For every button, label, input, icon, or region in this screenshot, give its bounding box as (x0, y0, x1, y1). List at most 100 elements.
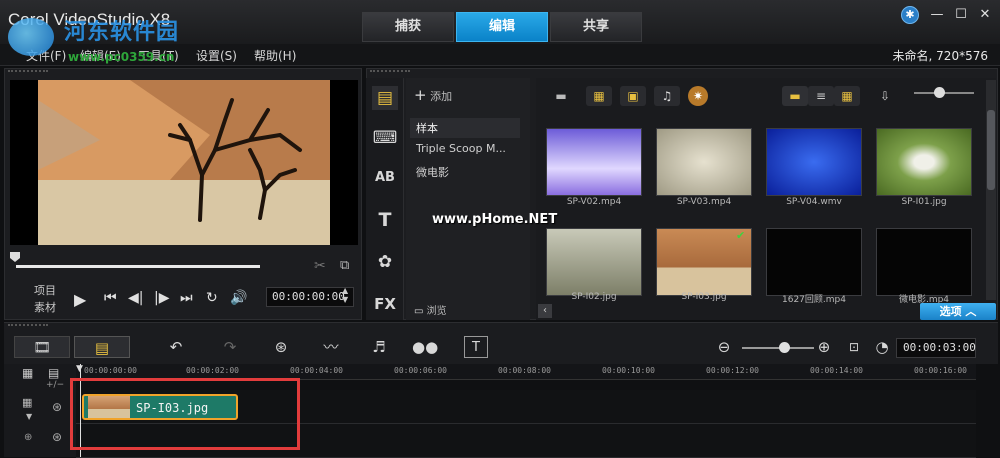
watermark-center: www.pHome.NET (432, 212, 558, 227)
playhead-marker-icon[interactable]: ▼ (76, 364, 83, 374)
enlarge-icon[interactable]: ⧉ (340, 258, 349, 273)
view-list-icon[interactable]: ≡ (808, 86, 834, 106)
repeat-icon[interactable]: ↻ (206, 290, 218, 306)
ruler-tick: 00:00:10:00 (602, 366, 655, 375)
chevron-down-icon[interactable]: ▼ (26, 412, 32, 421)
video-track-icon: ⊛ (52, 400, 63, 414)
ruler-tick: 00:00:06:00 (394, 366, 447, 375)
folder-item[interactable]: 微电影 (410, 162, 520, 182)
minimize-button[interactable]: — (926, 6, 948, 24)
media-thumbnail[interactable] (546, 228, 642, 296)
play-icon[interactable]: ▶ (74, 290, 86, 309)
track-toggle-icon[interactable]: ▦ (22, 396, 32, 409)
chevron-up-icon: ︿ (965, 305, 977, 318)
maximize-button[interactable]: ☐ (950, 6, 972, 24)
zoom-slider[interactable] (742, 347, 814, 349)
panel-grip[interactable] (8, 324, 48, 330)
view-thumbnail-icon[interactable]: ▬ (782, 86, 808, 106)
subtitle-editor-icon[interactable]: T (464, 336, 488, 358)
close-button[interactable]: ✕ (974, 6, 996, 24)
next-frame-icon[interactable]: |▶ (154, 290, 169, 306)
fit-project-icon[interactable]: ⊡ (844, 336, 864, 358)
library-folder-list (406, 78, 530, 320)
library-scrollbar-thumb[interactable] (987, 110, 995, 190)
media-thumbnail[interactable] (766, 228, 862, 296)
effects-icon[interactable]: ✷ (688, 86, 708, 106)
scissors-icon[interactable]: ✂ (314, 258, 326, 274)
redo-icon[interactable]: ↷ (218, 336, 242, 358)
tab-share[interactable]: 共享 (550, 12, 642, 42)
browse-button[interactable]: ▭ 浏览 (414, 302, 447, 317)
browse-label: 浏览 (426, 306, 447, 317)
ruler-tick: 00:00:08:00 (498, 366, 551, 375)
sort-icon[interactable]: ⇩ (872, 86, 898, 106)
home-icon[interactable]: ⏮ (104, 290, 117, 306)
tab-capture[interactable]: 捕获 (362, 12, 454, 42)
globe-icon[interactable]: ✱ (901, 6, 919, 24)
show-audio-icon[interactable]: ♫ (654, 86, 680, 106)
instant-project-icon[interactable]: ⌨ (372, 126, 398, 150)
zoom-out-icon[interactable]: ⊖ (714, 336, 734, 358)
options-button[interactable]: 选项 ︿ (920, 303, 996, 320)
media-label: SP-V04.wmv (786, 197, 842, 207)
folder-icon[interactable]: ▬ (548, 86, 574, 106)
preview-window (10, 80, 358, 245)
thumbnail-size-knob[interactable] (934, 87, 945, 98)
player-timecode[interactable]: 00:00:00:00 (266, 287, 354, 307)
timeline-view-icon[interactable]: ▤ (74, 336, 130, 358)
record-capture-icon[interactable]: ⊛ (268, 336, 294, 358)
overlay-track-icon: ⊛ (52, 430, 63, 444)
ruler-tick: 00:00:00:00 (84, 366, 137, 375)
show-video-icon[interactable]: ▦ (586, 86, 612, 106)
transition-icon[interactable]: AB (372, 166, 398, 190)
auto-music-icon[interactable]: ♬ (366, 336, 392, 358)
filter-icon[interactable]: FX (372, 292, 398, 316)
media-icon[interactable]: ▤ (372, 86, 398, 110)
folder-item[interactable]: 样本 (410, 118, 520, 138)
folder-item[interactable]: Triple Scoop M... (410, 140, 520, 157)
media-thumbnail[interactable] (656, 128, 752, 196)
collapse-left-icon[interactable]: ‹ (538, 304, 552, 318)
zoom-slider-knob[interactable] (779, 342, 790, 353)
prev-frame-icon[interactable]: ◀| (128, 290, 143, 306)
zoom-in-icon[interactable]: ⊕ (814, 336, 834, 358)
graphics-icon[interactable]: ✿ (372, 250, 398, 274)
panel-grip[interactable] (8, 70, 48, 76)
media-label: SP-V02.mp4 (566, 197, 622, 207)
menu-settings[interactable]: 设置(S) (196, 47, 237, 64)
checkmark-icon: ✔ (736, 229, 746, 242)
preview-image (38, 80, 330, 245)
media-thumbnail[interactable] (546, 128, 642, 196)
clock-icon: ◔ (875, 338, 889, 356)
end-icon[interactable]: ⏭ (180, 290, 193, 306)
timecode-spinner-icon[interactable]: ▲ ▼ (342, 286, 348, 304)
add-folder-button[interactable]: + 添加 (414, 86, 452, 104)
media-thumbnail[interactable] (876, 128, 972, 196)
media-label: SP-I01.jpg (901, 197, 947, 207)
tab-edit[interactable]: 编辑 (456, 12, 548, 42)
project-mode-label[interactable]: 项目 (34, 282, 56, 298)
add-folder-label: 添加 (430, 90, 453, 103)
ruler-tick: 00:00:14:00 (810, 366, 863, 375)
title-icon[interactable]: T (372, 208, 398, 232)
view-grid-icon[interactable]: ▦ (834, 86, 860, 106)
volume-icon[interactable]: 🔊 (230, 290, 247, 306)
ripple-icon[interactable]: +/− (46, 380, 64, 390)
show-photo-icon[interactable]: ▣ (620, 86, 646, 106)
sound-mixer-icon[interactable]: 〰 (318, 336, 344, 358)
media-thumbnail[interactable] (876, 228, 972, 296)
menu-help[interactable]: 帮助(H) (254, 47, 296, 64)
storyboard-view-icon[interactable]: 🎞 (14, 336, 70, 358)
timeline-duration[interactable]: 00:00:03:00 (896, 338, 976, 358)
chapter-icon[interactable]: ▤ (48, 366, 59, 380)
clip-mode-label[interactable]: 素材 (34, 299, 56, 315)
track-manager-icon[interactable]: ▦ (22, 366, 33, 380)
scrubber-bar[interactable] (16, 265, 260, 268)
media-thumbnail[interactable] (766, 128, 862, 196)
track-headers (4, 364, 76, 457)
panel-grip[interactable] (370, 70, 410, 76)
media-label: SP-V03.mp4 (676, 197, 732, 207)
undo-icon[interactable]: ↶ (164, 336, 188, 358)
motion-tracking-icon[interactable]: ●● (412, 336, 438, 358)
overlay-toggle-icon[interactable]: ⊕ (24, 432, 32, 443)
